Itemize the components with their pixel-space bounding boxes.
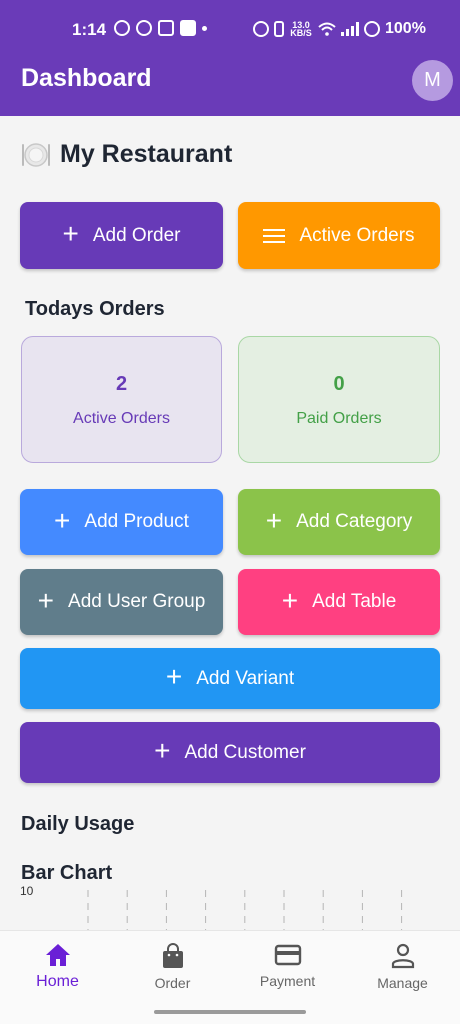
add-customer-button[interactable]: + Add Customer [20,722,440,783]
nav-label-payment: Payment [259,973,316,989]
add-variant-button[interactable]: + Add Variant [20,648,440,709]
bar-chart-title: Bar Chart [21,862,113,884]
page-title: Dashboard [21,64,152,92]
add-product-label: Add Product [84,511,189,532]
nav-item-manage[interactable]: Manage [345,931,460,1001]
whatsapp-icon [114,20,130,36]
todays-orders-title: Todays Orders [25,298,165,320]
y-tick-label: 10 [20,884,34,898]
nav-item-home[interactable]: Home [0,931,115,1001]
add-order-button[interactable]: + Add Order [20,202,223,269]
network-speed: 13.0 KB/S [290,20,312,38]
nav-label-order: Order [154,975,191,991]
status-time: 1:14 [72,20,107,39]
add-user-group-button[interactable]: + Add User Group [20,569,223,635]
battery-icon [364,21,380,37]
add-category-button[interactable]: + Add Category [238,489,440,555]
plate-cutlery-icon [22,142,50,167]
active-orders-count: 2 [115,373,128,395]
messenger-icon [136,20,152,36]
signal-icon [341,22,359,36]
nav-label-manage: Manage [377,975,428,991]
shopping-bag-icon [162,943,183,968]
active-orders-button[interactable]: Active Orders [238,202,440,269]
active-orders-label: Active Orders [299,224,415,246]
instagram-icon [158,20,174,36]
plus-icon: + [62,218,79,249]
youtube-icon [180,20,196,36]
credit-card-icon [274,944,301,966]
battery-percent: 100% [385,20,426,37]
paid-orders-count: 0 [333,373,345,395]
add-category-label: Add Category [296,511,413,532]
nav-item-payment[interactable]: Payment [230,931,345,1001]
plus-icon: + [265,504,283,536]
bar-chart: 10 [20,884,403,930]
avatar[interactable]: M [412,60,453,101]
daily-usage-title: Daily Usage [21,813,135,835]
paid-orders-card-label: Paid Orders [296,410,382,427]
add-variant-label: Add Variant [196,667,295,689]
list-icon [263,228,286,244]
add-table-button[interactable]: + Add Table [238,569,440,635]
add-order-label: Add Order [92,224,181,246]
restaurant-name: My Restaurant [60,140,233,168]
paid-orders-card[interactable]: 0 Paid Orders [238,336,440,463]
active-orders-card[interactable]: 2 Active Orders [21,336,222,463]
notification-icons [114,20,207,36]
person-icon [391,943,414,969]
nav-label-home: Home [36,973,79,990]
plus-icon: + [281,584,299,616]
add-product-button[interactable]: + Add Product [20,489,223,555]
add-user-group-label: Add User Group [68,591,206,612]
plus-icon: + [154,735,171,766]
plus-icon: + [54,504,71,536]
dot-icon [202,25,207,31]
add-customer-label: Add Customer [184,741,306,763]
restaurant-header: My Restaurant [20,140,232,169]
home-icon [45,944,70,966]
system-icons: 13.0 KB/S 100% [253,20,426,38]
home-indicator [154,1010,306,1014]
nav-item-order[interactable]: Order [115,931,230,1001]
wifi-icon [318,22,336,36]
active-orders-card-label: Active Orders [73,410,170,427]
plus-icon: + [37,584,55,616]
alarm-icon [253,21,269,37]
add-table-label: Add Table [312,591,397,612]
plus-icon: + [165,661,183,692]
vibrate-icon [274,21,284,37]
status-bar: 1:14 13.0 KB/S 100% [0,14,460,44]
